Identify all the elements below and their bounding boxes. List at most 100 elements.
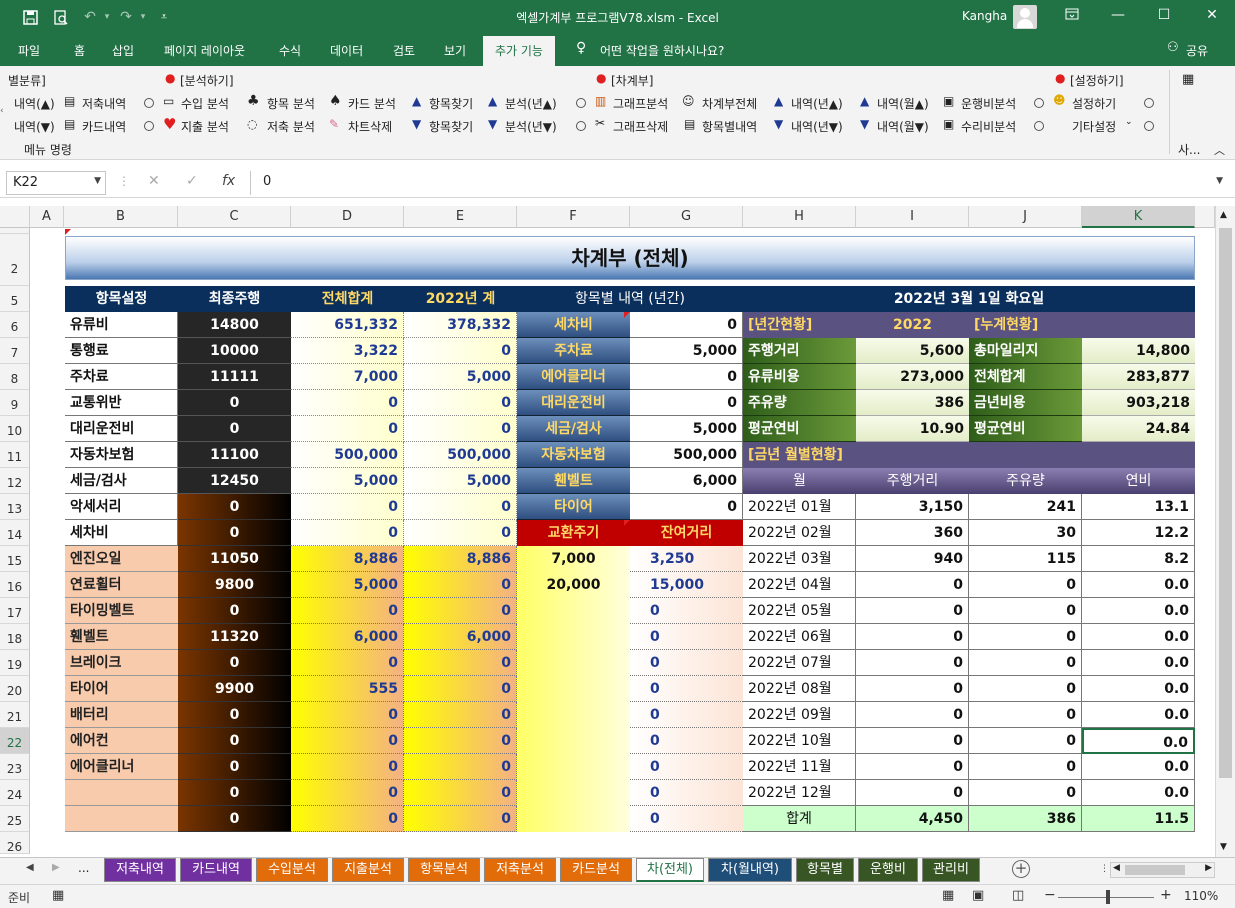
item-value[interactable]: 0 [630,390,743,416]
year-total-value[interactable]: 0 [404,702,517,728]
month-distance[interactable]: 0 [856,624,969,650]
item-name[interactable]: 세차비 [65,520,178,546]
odometer-value[interactable]: 0 [178,780,291,806]
month-label[interactable]: 2022년 12월 [743,780,856,806]
scroll-left-icon[interactable]: ‹ [0,106,4,116]
zoom-slider-handle[interactable] [1106,890,1110,904]
cumulative-label[interactable]: 평균연비 [969,416,1082,442]
item-name[interactable]: 엔진오일 [65,546,178,572]
exchange-cycle-value[interactable] [517,598,630,624]
radio-icon[interactable] [576,98,586,108]
column-title[interactable]: 항목설정 [65,286,178,312]
month-fuel[interactable]: 0 [969,780,1082,806]
year-total-value[interactable]: 0 [404,572,517,598]
next-sheet-icon[interactable]: ▶ [52,862,60,873]
cancel-icon[interactable]: ✕ [148,173,160,189]
odometer-value[interactable]: 0 [178,494,291,520]
row-header[interactable]: 24 [0,780,30,806]
item-name[interactable]: 교통위반 [65,390,178,416]
remaining-distance-value[interactable]: 0 [630,598,743,624]
month-efficiency[interactable]: 0.0 [1082,598,1195,624]
chevron-down-icon[interactable]: ▼ [94,176,101,186]
year-total-value[interactable]: 5,000 [404,364,517,390]
exchange-cycle-value[interactable] [517,754,630,780]
row-header[interactable]: 26 [0,832,30,854]
odometer-value[interactable]: 0 [178,806,291,832]
name-box[interactable]: K22 ▼ [6,171,106,195]
row-header[interactable]: 9 [0,390,30,416]
item-name[interactable]: 연료휠터 [65,572,178,598]
ribbon-btn-history-up[interactable]: 내역(▲) [14,95,55,112]
month-distance[interactable]: 3,150 [856,494,969,520]
zoom-level[interactable]: 110% [1184,889,1218,903]
radio-icon[interactable] [1144,121,1154,131]
tab-view[interactable]: 보기 [444,42,466,59]
year-total-value[interactable]: 0 [404,728,517,754]
cumulative-status-label[interactable]: [누계현황] [969,312,1082,338]
enter-icon[interactable]: ✓ [186,173,198,189]
row-header[interactable]: 17 [0,598,30,624]
odometer-value[interactable]: 11111 [178,364,291,390]
item-name[interactable]: 유류비 [65,312,178,338]
row-header[interactable]: 12 [0,468,30,494]
month-label[interactable]: 2022년 11월 [743,754,856,780]
radio-icon[interactable] [576,121,586,131]
odometer-value[interactable]: 0 [178,416,291,442]
ribbon-btn-repair-cost[interactable]: 수리비분석 [961,118,1016,135]
ribbon-btn-savings-history[interactable]: 저축내역 [82,95,126,112]
collapse-ribbon-icon[interactable]: ︿ [1214,142,1225,158]
odometer-value[interactable]: 0 [178,520,291,546]
ribbon-btn-settings[interactable]: 설정하기 [1072,95,1116,112]
year-total-value[interactable]: 0 [404,650,517,676]
ribbon-btn-history-year-up[interactable]: 내역(년▲) [791,95,843,112]
ribbon-btn-delete-graph[interactable]: 그래프삭제 [613,118,668,135]
item-name[interactable]: 휀벨트 [65,624,178,650]
radio-icon[interactable] [1034,98,1044,108]
row-header[interactable]: 25 [0,806,30,832]
odometer-value[interactable]: 0 [178,390,291,416]
share-person-icon[interactable]: ⚇ [1167,40,1179,55]
ribbon-btn-item-analysis[interactable]: 항목 분석 [267,95,315,112]
row-header[interactable]: 14 [0,520,30,546]
column-title[interactable]: 전체합계 [291,286,404,312]
monthly-total[interactable]: 4,450 [856,806,969,832]
tab-file[interactable]: 파일 [18,42,40,59]
month-distance[interactable]: 0 [856,572,969,598]
odometer-value[interactable]: 0 [178,728,291,754]
month-label[interactable]: 2022년 09월 [743,702,856,728]
ribbon-btn-card-history[interactable]: 카드내역 [82,118,126,135]
chevron-down-icon[interactable]: ⌄ [1125,117,1133,127]
ribbon-btn-operating-cost[interactable]: 운행비분석 [961,95,1016,112]
ribbon-display-icon[interactable] [1062,7,1082,27]
month-fuel[interactable]: 0 [969,650,1082,676]
item-value[interactable]: 0 [630,312,743,338]
item-name[interactable]: 브레이크 [65,650,178,676]
year-total-value[interactable]: 0 [404,598,517,624]
monthly-column-header[interactable]: 주유량 [969,468,1082,494]
month-fuel[interactable]: 115 [969,546,1082,572]
month-distance[interactable]: 0 [856,780,969,806]
remaining-distance-value[interactable]: 0 [630,806,743,832]
month-label[interactable]: 2022년 03월 [743,546,856,572]
ribbon-btn-history-down[interactable]: 내역(▼) [14,118,55,135]
page-break-view-icon[interactable]: ◫ [1012,888,1024,903]
zoom-in-icon[interactable]: + [1160,887,1172,903]
ribbon-btn-income-analysis[interactable]: 수입 분석 [181,95,229,112]
radio-icon[interactable] [1144,98,1154,108]
ribbon-btn-find-item-down[interactable]: 항목찾기 [429,118,473,135]
remaining-distance-value[interactable]: 3,250 [630,546,743,572]
sheet-tab[interactable]: 차(월내역) [708,858,792,882]
year-total-value[interactable]: 0 [404,676,517,702]
row-header[interactable]: 19 [0,650,30,676]
remaining-distance-value[interactable]: 0 [630,650,743,676]
annual-label[interactable]: 유류비용 [743,364,856,390]
column-header-c[interactable]: C [178,206,291,228]
item-name[interactable] [65,780,178,806]
exchange-cycle-value[interactable] [517,702,630,728]
sheet-tab[interactable]: 관리비 [922,858,980,882]
month-distance[interactable]: 0 [856,702,969,728]
year-total-value[interactable]: 500,000 [404,442,517,468]
exchange-cycle-value[interactable] [517,780,630,806]
radio-icon[interactable] [144,121,154,131]
tell-me-search[interactable]: 어떤 작업을 원하시나요? [600,42,724,59]
